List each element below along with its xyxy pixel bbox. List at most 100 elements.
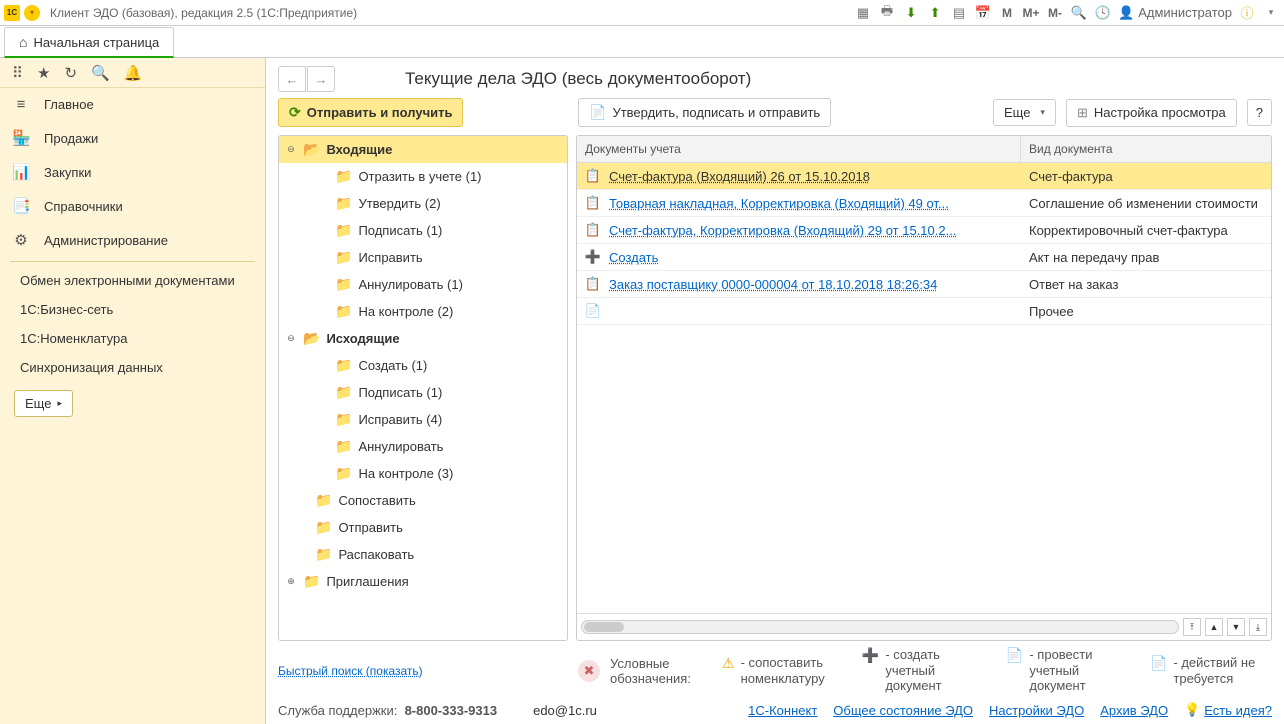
gear-icon: ⚙	[12, 231, 30, 249]
tree-node[interactable]: 📁Исправить	[279, 244, 567, 271]
col-documents[interactable]: Документы учета	[577, 136, 1021, 162]
tree-incoming[interactable]: ⊖ 📂 Входящие	[279, 136, 567, 163]
sidebar-item-main[interactable]: ≡Главное	[0, 88, 265, 121]
tree-match[interactable]: 📁Сопоставить	[279, 487, 567, 514]
table-row[interactable]: ➕СоздатьАкт на передачу прав	[577, 244, 1271, 271]
calendar-icon[interactable]: 📅	[974, 4, 992, 22]
compare-icon[interactable]: ⬆	[926, 4, 944, 22]
print-icon[interactable]: 🖶	[878, 4, 896, 22]
star-icon[interactable]: ★	[37, 64, 50, 82]
help-button[interactable]: ?	[1247, 99, 1272, 126]
close-notice-button[interactable]: ✖	[578, 660, 600, 682]
calc-icon[interactable]: ▤	[950, 4, 968, 22]
sidebar-link-biznet[interactable]: 1С:Бизнес-сеть	[0, 295, 265, 324]
tree-node[interactable]: 📁Создать (1)	[279, 352, 567, 379]
doc-link[interactable]: Создать	[609, 250, 658, 265]
sidebar-link-edo[interactable]: Обмен электронными документами	[0, 266, 265, 295]
tree-node[interactable]: 📁На контроле (2)	[279, 298, 567, 325]
tree-node[interactable]: 📁Аннулировать (1)	[279, 271, 567, 298]
sidebar-toolbar: ⠿ ★ ↻ 🔍 🔔	[0, 58, 265, 88]
search-icon[interactable]: 🔍	[91, 64, 110, 82]
sidebar-item-refs[interactable]: 📑Справочники	[0, 189, 265, 223]
zoom-mminus-icon[interactable]: M-	[1046, 4, 1064, 22]
tool-doc-icon[interactable]: ▦	[854, 4, 872, 22]
sidebar-item-purchases[interactable]: 📊Закупки	[0, 155, 265, 189]
clock-icon[interactable]: 🕓	[1094, 4, 1112, 22]
view-settings-button[interactable]: ⊞ Настройка просмотра	[1066, 99, 1237, 127]
col-type[interactable]: Вид документа	[1021, 136, 1271, 162]
support-email: edo@1c.ru	[533, 703, 597, 718]
link-edo-settings[interactable]: Настройки ЭДО	[989, 703, 1084, 718]
zoom-in-icon[interactable]: 🔍	[1070, 4, 1088, 22]
tree-node[interactable]: 📁Исправить (4)	[279, 406, 567, 433]
table-row[interactable]: 📋Товарная накладная, Корректировка (Вход…	[577, 190, 1271, 217]
more-button[interactable]: Еще	[993, 99, 1056, 126]
nav-forward-button[interactable]: →	[307, 66, 335, 92]
link-1c-connect[interactable]: 1С-Коннект	[748, 703, 817, 718]
legend-item: 📄- действий не требуется	[1150, 655, 1272, 686]
sidebar-link-sync[interactable]: Синхронизация данных	[0, 353, 265, 382]
zoom-mplus-icon[interactable]: M+	[1022, 4, 1040, 22]
folder-icon: 📁	[315, 519, 332, 536]
link-edo-archive[interactable]: Архив ЭДО	[1100, 703, 1168, 718]
nav-first-icon[interactable]: ⤒	[1183, 618, 1201, 636]
doc-icon: 📄	[1006, 647, 1023, 664]
idea-link[interactable]: 💡Есть идея?	[1184, 702, 1272, 718]
expand-icon[interactable]: ⊕	[285, 576, 297, 587]
tree-outgoing[interactable]: ⊖ 📂 Исходящие	[279, 325, 567, 352]
legend: Условные обозначения: ⚠- сопоставить ном…	[610, 647, 1272, 694]
tree-node[interactable]: 📁Утвердить (2)	[279, 190, 567, 217]
bulb-icon: 💡	[1184, 702, 1200, 718]
doc-type: Соглашение об изменении стоимости	[1021, 190, 1271, 216]
nav-last-icon[interactable]: ⤓	[1249, 618, 1267, 636]
doc-type: Счет-фактура	[1021, 163, 1271, 189]
tree-node[interactable]: 📁Подписать (1)	[279, 379, 567, 406]
menu-dropdown-icon[interactable]: ▾	[1262, 4, 1280, 22]
save-icon[interactable]: ⬇	[902, 4, 920, 22]
tree-send[interactable]: 📁Отправить	[279, 514, 567, 541]
tab-label: Начальная страница	[33, 35, 159, 50]
sidebar-more-button[interactable]: Еще▸	[14, 390, 73, 417]
history-icon[interactable]: ↻	[64, 64, 77, 82]
link-edo-status[interactable]: Общее состояние ЭДО	[833, 703, 973, 718]
doc-link[interactable]: Счет-фактура (Входящий) 26 от 15.10.2018	[609, 169, 870, 184]
tree-node[interactable]: 📁Аннулировать	[279, 433, 567, 460]
table-row[interactable]: 📄Прочее	[577, 298, 1271, 325]
horizontal-scrollbar[interactable]	[581, 620, 1179, 634]
table-row[interactable]: 📋Заказ поставщику 0000-000004 от 18.10.2…	[577, 271, 1271, 298]
bell-icon[interactable]: 🔔	[124, 64, 143, 82]
info-icon[interactable]: ⓘ	[1238, 4, 1256, 22]
sidebar-item-sales[interactable]: 🏪Продажи	[0, 121, 265, 155]
page-title: Текущие дела ЭДО (весь документооборот)	[345, 69, 1272, 89]
collapse-icon[interactable]: ⊖	[285, 333, 297, 344]
nav-up-icon[interactable]: ▲	[1205, 618, 1223, 636]
nav-back-button[interactable]: ←	[278, 66, 306, 92]
approve-button[interactable]: 📄 Утвердить, подписать и отправить	[578, 98, 831, 127]
warning-icon: ⚠	[722, 655, 735, 672]
sidebar-link-nomen[interactable]: 1С:Номенклатура	[0, 324, 265, 353]
table-row[interactable]: 📋 Счет-фактура (Входящий) 26 от 15.10.201…	[577, 163, 1271, 190]
quick-search-link[interactable]: Быстрый поиск (показать)	[278, 664, 423, 678]
tree-node[interactable]: 📁Отразить в учете (1)	[279, 163, 567, 190]
table-row[interactable]: 📋Счет-фактура, Корректировка (Входящий) …	[577, 217, 1271, 244]
doc-link[interactable]: Товарная накладная, Корректировка (Входя…	[609, 196, 949, 211]
tree-node[interactable]: 📁Подписать (1)	[279, 217, 567, 244]
nav-down-icon[interactable]: ▼	[1227, 618, 1245, 636]
tree-pane: ⊖ 📂 Входящие 📁Отразить в учете (1) 📁Утве…	[278, 135, 568, 641]
tab-home[interactable]: ⌂ Начальная страница	[4, 27, 174, 58]
send-receive-button[interactable]: ⟳ Отправить и получить	[278, 98, 463, 127]
doc-link[interactable]: Заказ поставщику 0000-000004 от 18.10.20…	[609, 277, 937, 292]
apps-icon[interactable]: ⠿	[12, 64, 23, 82]
folder-icon: 📂	[303, 141, 320, 158]
collapse-icon[interactable]: ⊖	[285, 144, 297, 155]
app-dropdown-icon[interactable]: ▾	[24, 5, 40, 21]
clipboard-icon: 📋	[585, 168, 601, 184]
tree-invitations[interactable]: ⊕ 📁 Приглашения	[279, 568, 567, 595]
doc-link[interactable]: Счет-фактура, Корректировка (Входящий) 2…	[609, 223, 956, 238]
tree-unpack[interactable]: 📁Распаковать	[279, 541, 567, 568]
user-menu[interactable]: 👤 Администратор	[1118, 5, 1232, 21]
zoom-m-icon[interactable]: M	[998, 4, 1016, 22]
sidebar-item-admin[interactable]: ⚙Администрирование	[0, 223, 265, 257]
legend-title: Условные обозначения:	[610, 656, 700, 686]
tree-node[interactable]: 📁На контроле (3)	[279, 460, 567, 487]
